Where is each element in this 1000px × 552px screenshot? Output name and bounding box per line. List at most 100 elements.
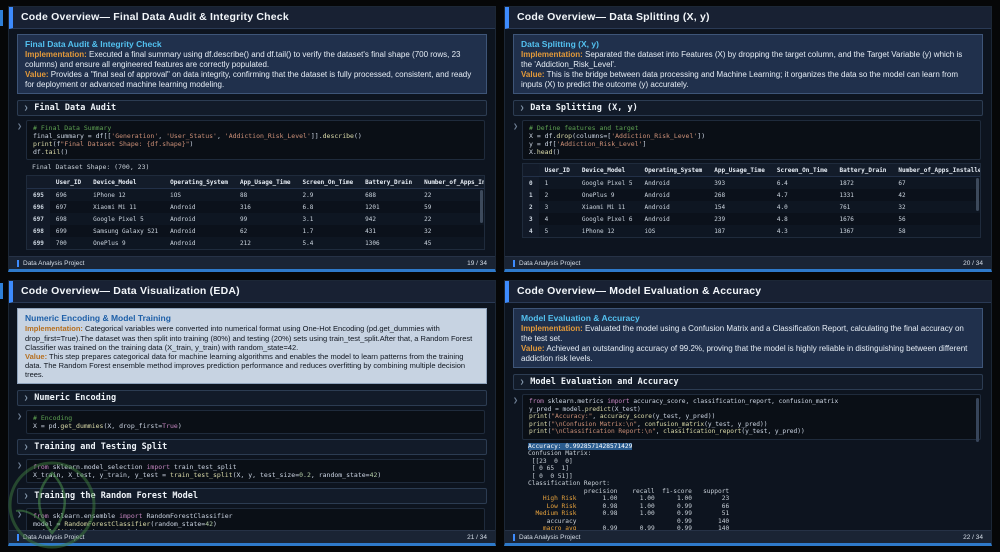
table-row: 23Xiaomi Mi 11Android1544.07613232242Mal… bbox=[523, 201, 980, 214]
value-label: Value: bbox=[521, 343, 545, 353]
footer-accent-bar bbox=[17, 259, 19, 267]
table-header-row: User_ID Device_Model Operating_System App_U… bbox=[523, 164, 980, 178]
code-block[interactable]: # Define features and target X = df.drop(… bbox=[522, 120, 981, 161]
table-cell: Android bbox=[170, 203, 196, 211]
code-block[interactable]: # Encoding X = pd.get_dummies(X, drop_fir… bbox=[26, 410, 485, 435]
info-box: Model Evaluation & Accuracy Implementati… bbox=[513, 308, 983, 369]
info-title: Final Data Audit & Integrity Check bbox=[25, 39, 162, 49]
footer-project: Data Analysis Project bbox=[17, 533, 84, 541]
table-cell: 67 bbox=[898, 179, 906, 187]
cell-collapse-icon[interactable]: ❯ bbox=[17, 459, 26, 483]
table-cell: 3.1 bbox=[302, 215, 314, 223]
code-line: Final Dataset Shape: (700, 23) bbox=[32, 163, 150, 172]
table-header-cell: App_Usage_Time bbox=[708, 164, 771, 178]
table-header-cell bbox=[27, 176, 50, 190]
footer-page-number: 19 / 34 bbox=[467, 259, 487, 267]
table-cell: 761 bbox=[839, 203, 851, 211]
footer-page-number: 22 / 34 bbox=[963, 533, 983, 541]
code-line: X = df.drop(columns=['Addiction_Risk_Lev… bbox=[529, 132, 706, 141]
section-header-final-data-audit[interactable]: ❯ Final Data Audit bbox=[17, 100, 487, 117]
table-cell: iPhone 12 bbox=[93, 191, 126, 199]
section-header-model-evaluation[interactable]: ❯ Model Evaluation and Accuracy bbox=[513, 374, 983, 391]
code-line: y = df['Addiction_Risk_Level'] bbox=[529, 140, 647, 149]
code-line: df.tail() bbox=[33, 148, 69, 157]
section-header-numeric-encoding[interactable]: ❯ Numeric Encoding bbox=[17, 390, 487, 407]
code-line: Classification Report: bbox=[528, 480, 610, 488]
cell-output: Final Dataset Shape: (700, 23) bbox=[26, 160, 485, 172]
implementation-text: Evaluated the model using a Confusion Ma… bbox=[521, 324, 964, 344]
footer-accent-bar bbox=[513, 259, 515, 267]
chevron-right-icon: ❯ bbox=[24, 394, 29, 403]
table-cell: 58 bbox=[898, 227, 906, 235]
code-line: # Final Data Summary bbox=[33, 124, 112, 133]
table-cell: 1872 bbox=[839, 179, 854, 187]
footer-project: Data Analysis Project bbox=[513, 533, 580, 541]
table-cell: 6.8 bbox=[302, 203, 314, 211]
code-block[interactable]: from sklearn.ensemble import RandomFores… bbox=[26, 508, 485, 530]
table-header-cell: App_Usage_Time bbox=[233, 176, 297, 190]
section-header-train-test-split[interactable]: ❯ Training and Testing Split bbox=[17, 439, 487, 456]
code-line: Medium Risk 0.98 1.00 0.99 51 bbox=[528, 510, 730, 518]
section-title: Training and Testing Split bbox=[34, 442, 168, 453]
table-scrollbar[interactable] bbox=[480, 190, 483, 224]
table-index-cell: 699 bbox=[27, 237, 50, 250]
table-row: 12OnePlus 9Android2684.713314294447Femal… bbox=[523, 189, 980, 202]
table-scrollbar[interactable] bbox=[976, 178, 979, 212]
table-cell: 56 bbox=[898, 215, 906, 223]
table-cell: 22 bbox=[424, 215, 432, 223]
footer-project-label: Data Analysis Project bbox=[23, 259, 85, 267]
code-cell: ❯ # Define features and target X = df.dro… bbox=[513, 120, 981, 161]
cell-collapse-icon[interactable]: ❯ bbox=[17, 508, 26, 530]
section-header-training-random-forest[interactable]: ❯ Training the Random Forest Model bbox=[17, 488, 487, 505]
table-cell: OnePlus 9 bbox=[581, 191, 615, 199]
table-cell: iOS bbox=[170, 191, 182, 199]
code-block[interactable]: from sklearn.metrics import accuracy_sco… bbox=[522, 394, 981, 440]
code-cell: ❯ from sklearn.model_selection import tr… bbox=[17, 459, 485, 484]
chevron-right-icon: ❯ bbox=[24, 443, 29, 452]
dataframe-tail-table: User_ID Device_Model Operating_System App_U… bbox=[26, 175, 485, 251]
code-block[interactable]: # Final Data Summary final_summary = df[[… bbox=[26, 120, 485, 161]
table-cell: Xiaomi Mi 11 bbox=[581, 203, 626, 211]
slide-footer: Data Analysis Project 19 / 34 bbox=[9, 256, 495, 269]
table-row: 696697Xiaomi Mi 11Android3166.8120159689… bbox=[27, 201, 484, 214]
table-index-cell: 0 bbox=[523, 176, 539, 190]
slide-20: Code Overview— Data Splitting (X, y) Dat… bbox=[504, 6, 992, 272]
table-header-cell: Device_Model bbox=[575, 164, 639, 178]
code-line: from sklearn.model_selection import trai… bbox=[33, 463, 237, 472]
section-header-data-splitting[interactable]: ❯ Data Splitting (X, y) bbox=[513, 100, 983, 117]
info-implementation: Implementation: Separated the dataset in… bbox=[521, 50, 975, 70]
table-cell: 942 bbox=[365, 215, 376, 223]
table-index-cell: 696 bbox=[27, 201, 50, 214]
table-cell: 239 bbox=[714, 215, 726, 223]
code-line: [ 0 65 1] bbox=[528, 465, 569, 473]
cell-collapse-icon[interactable]: ❯ bbox=[17, 120, 26, 172]
value-label: Value: bbox=[25, 351, 48, 361]
table-cell: 62 bbox=[239, 227, 248, 235]
output-scrollbar[interactable] bbox=[976, 398, 979, 443]
cell-collapse-icon[interactable]: ❯ bbox=[17, 410, 26, 434]
table-index-cell: 4 bbox=[523, 225, 539, 238]
cell-collapse-icon[interactable]: ❯ bbox=[513, 394, 522, 530]
code-line: precision recall f1-score support bbox=[528, 487, 730, 495]
table-cell: 268 bbox=[714, 191, 726, 199]
table-cell: 6.4 bbox=[776, 179, 788, 187]
value-text: This is the bridge between data processi… bbox=[521, 69, 959, 89]
code-line: print(f"Final Dataset Shape: {df.shape}"… bbox=[33, 140, 194, 149]
cell-collapse-icon[interactable]: ❯ bbox=[513, 120, 522, 160]
code-block[interactable]: from sklearn.model_selection import trai… bbox=[26, 459, 485, 484]
implementation-text: Executed a final summary using df.descri… bbox=[25, 50, 461, 70]
table-header-cell: Number_of_Apps_Installed bbox=[418, 176, 484, 190]
implementation-label: Implementation: bbox=[521, 324, 583, 334]
code-line: X = pd.get_dummies(X, drop_first=True) bbox=[33, 422, 182, 431]
slide-footer: Data Analysis Project 22 / 34 bbox=[505, 530, 991, 543]
table-cell: 4.7 bbox=[776, 191, 788, 199]
code-line: macro avg 0.99 0.99 0.99 140 bbox=[528, 525, 730, 530]
table-cell: 59 bbox=[424, 203, 432, 211]
slides-grid: Code Overview— Final Data Audit & Integr… bbox=[0, 0, 1000, 552]
table-cell: 700 bbox=[55, 239, 67, 247]
table-cell: Android bbox=[170, 227, 196, 235]
info-title: Numeric Encoding & Model Training bbox=[25, 313, 171, 323]
table-row: 699700OnePlus 9Android2125.413064582823F… bbox=[27, 237, 484, 250]
implementation-label: Implementation: bbox=[521, 50, 583, 60]
code-line: # Encoding bbox=[33, 414, 73, 423]
